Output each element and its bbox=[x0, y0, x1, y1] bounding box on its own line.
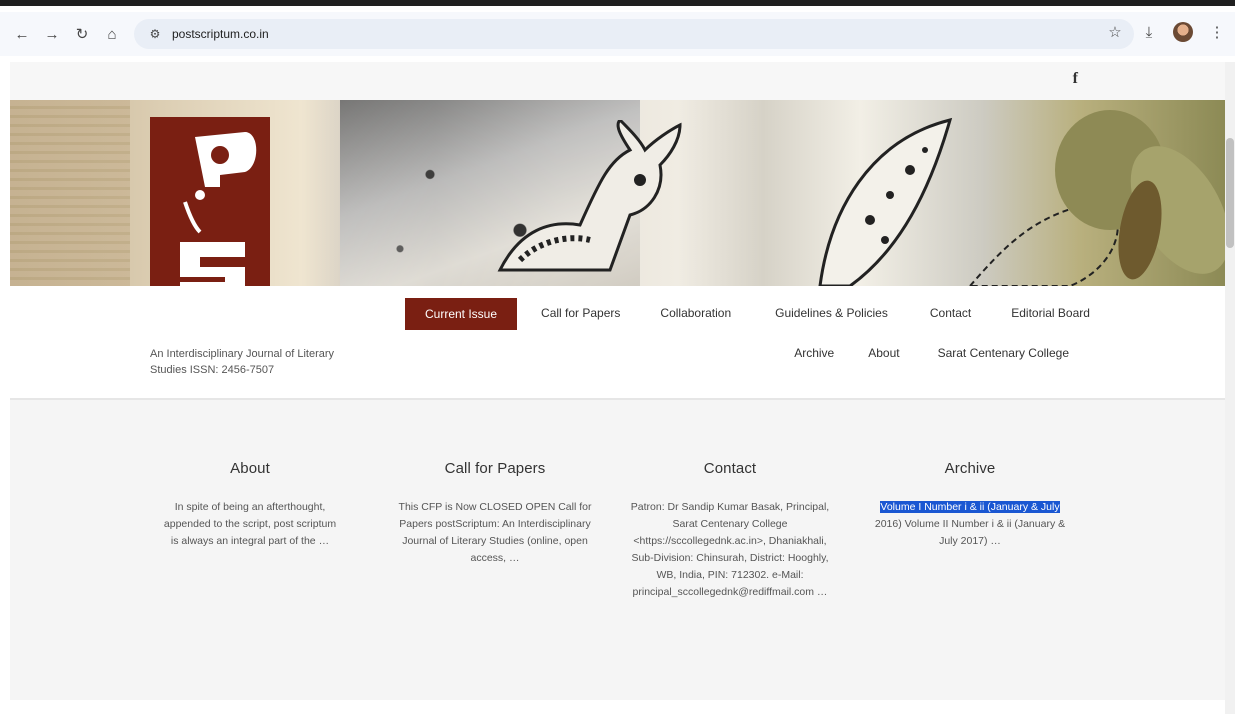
web-page: f postscriptum An bbox=[10, 62, 1225, 714]
back-icon[interactable]: ← bbox=[10, 22, 34, 46]
widget-contact-text: Patron: Dr Sandip Kumar Basak, Principal… bbox=[630, 501, 830, 598]
menu-collaboration[interactable]: Collaboration bbox=[660, 298, 731, 330]
url-text[interactable]: postscriptum.co.in bbox=[172, 27, 269, 41]
menu-row-2: Archive About Sarat Centenary College bbox=[794, 338, 1069, 368]
menu-current-issue[interactable]: Current Issue bbox=[405, 298, 518, 330]
widget-contact: Contact Patron: Dr Sandip Kumar Basak, P… bbox=[630, 460, 830, 601]
social-bar: f bbox=[10, 62, 1225, 100]
menu-row-1: Current Issue Call for Papers Collaborat… bbox=[405, 298, 1090, 330]
widget-about: About In spite of being an afterthought,… bbox=[160, 460, 340, 550]
widget-call-for-papers: Call for Papers This CFP is Now CLOSED O… bbox=[390, 460, 600, 567]
forward-icon[interactable]: → bbox=[40, 22, 64, 46]
widget-cfp-text: This CFP is Now CLOSED OPEN Call for Pap… bbox=[398, 501, 592, 564]
facebook-icon[interactable]: f bbox=[1073, 70, 1078, 88]
site-header: An Interdisciplinary Journal of Literary… bbox=[10, 286, 1225, 400]
browser-chrome: ← → ↻ ⌂ ⚙ postscriptum.co.in ☆ ⤓ ⋮ bbox=[0, 0, 1235, 62]
address-bar[interactable]: ⚙ postscriptum.co.in bbox=[134, 19, 1134, 49]
site-tagline: An Interdisciplinary Journal of Literary… bbox=[150, 348, 335, 376]
menu-archive[interactable]: Archive bbox=[794, 338, 834, 368]
widget-about-text: In spite of being an afterthought, appen… bbox=[163, 501, 337, 547]
menu-editorial-board[interactable]: Editorial Board bbox=[1011, 298, 1090, 330]
logo-ps-mark bbox=[180, 132, 257, 297]
menu-about[interactable]: About bbox=[868, 338, 899, 368]
browser-right-tools: ☆ ⤓ ⋮ bbox=[1105, 22, 1227, 42]
widget-archive-title[interactable]: Archive bbox=[870, 460, 1070, 477]
widget-archive-text: Volume I Number i & ii (January & July 2… bbox=[870, 499, 1070, 550]
scrollbar-thumb[interactable] bbox=[1226, 138, 1234, 248]
archive-selected-text[interactable]: Volume I Number i & ii (January & July bbox=[880, 501, 1060, 513]
menu-contact[interactable]: Contact bbox=[930, 298, 971, 330]
leaf-illustration bbox=[818, 110, 1225, 286]
home-icon[interactable]: ⌂ bbox=[100, 22, 124, 46]
menu-call-for-papers[interactable]: Call for Papers bbox=[541, 298, 620, 330]
widget-archive: Archive Volume I Number i & ii (January … bbox=[870, 460, 1070, 550]
deer-illustration bbox=[497, 120, 682, 272]
browser-toolbar: ← → ↻ ⌂ ⚙ postscriptum.co.in ☆ ⤓ ⋮ bbox=[0, 12, 1235, 56]
site-settings-icon[interactable]: ⚙ bbox=[144, 24, 166, 44]
archive-rest-text: 2016) Volume II Number i & ii (January &… bbox=[874, 518, 1066, 547]
profile-avatar[interactable] bbox=[1173, 22, 1193, 42]
banner-paper-texture bbox=[10, 100, 130, 286]
widget-cfp-title[interactable]: Call for Papers bbox=[390, 460, 600, 477]
widget-contact-title[interactable]: Contact bbox=[630, 460, 830, 477]
menu-guidelines-policies[interactable]: Guidelines & Policies bbox=[775, 298, 888, 330]
more-menu-icon[interactable]: ⋮ bbox=[1207, 22, 1227, 42]
bookmark-star-icon[interactable]: ☆ bbox=[1105, 22, 1125, 42]
page-bottom-strip bbox=[10, 700, 1225, 714]
menu-sarat-centenary-college[interactable]: Sarat Centenary College bbox=[938, 338, 1069, 368]
page-scrollbar[interactable] bbox=[1225, 62, 1235, 714]
reload-icon[interactable]: ↻ bbox=[70, 22, 94, 46]
widget-about-title[interactable]: About bbox=[160, 460, 340, 477]
download-icon[interactable]: ⤓ bbox=[1139, 22, 1159, 42]
footer-widgets: About In spite of being an afterthought,… bbox=[10, 400, 1225, 700]
